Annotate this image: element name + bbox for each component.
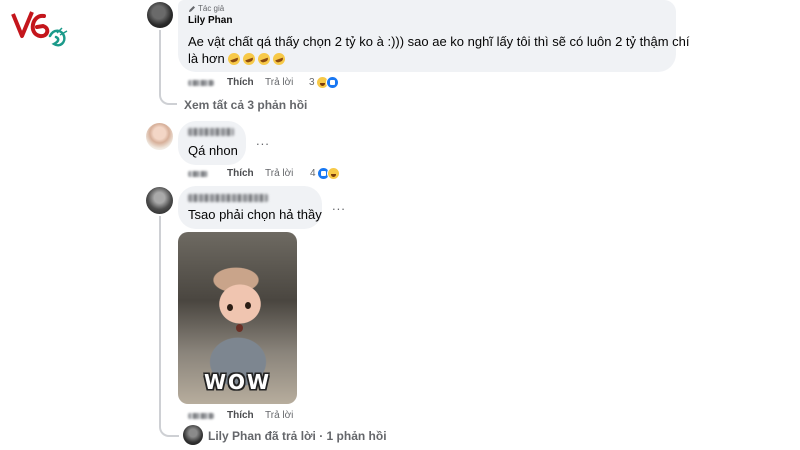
avatar[interactable]: [146, 123, 173, 150]
thread-connector: [159, 420, 179, 437]
comment-text: Qá nhon: [188, 143, 238, 158]
comment-text-continued: là hơn: [188, 50, 287, 67]
comment-author[interactable]: [188, 128, 234, 136]
reaction-count: 4: [310, 168, 316, 179]
like-button[interactable]: Thích: [227, 168, 254, 179]
thread-line: [159, 30, 161, 90]
like-button[interactable]: Thích: [227, 77, 254, 88]
gif-eye: [227, 304, 233, 311]
right-margin: [690, 0, 800, 450]
rofl-emoji-icon: [256, 50, 272, 67]
more-options-icon[interactable]: ...: [256, 133, 270, 148]
reply-button[interactable]: Trả lời: [265, 410, 293, 421]
reply-button[interactable]: Trả lời: [265, 168, 293, 179]
like-reaction-icon: [325, 76, 339, 89]
avatar[interactable]: [146, 187, 173, 214]
haha-reaction-icon: [326, 167, 340, 180]
rofl-emoji-icon: [271, 50, 287, 67]
timestamp[interactable]: [188, 80, 214, 86]
replier-avatar[interactable]: [183, 425, 203, 445]
view-all-replies-link[interactable]: Xem tất cả 3 phản hồi: [184, 98, 307, 112]
gif-mouth: [236, 324, 243, 332]
more-options-icon[interactable]: ...: [332, 198, 346, 213]
timestamp[interactable]: [188, 171, 208, 177]
reaction-count: 3: [309, 77, 315, 88]
timestamp[interactable]: [188, 413, 214, 419]
left-margin: [0, 0, 140, 450]
reply-button[interactable]: Trả lời: [265, 77, 293, 88]
comment-text: Ae vật chất qá thấy chọn 2 tỷ ko à :))) …: [188, 34, 690, 49]
reaction-summary[interactable]: 4: [310, 167, 340, 180]
rofl-emoji-icon: [226, 50, 242, 67]
author-badge-label: Tác giả: [198, 4, 225, 13]
comment-author[interactable]: [188, 194, 268, 202]
reaction-summary[interactable]: 3: [309, 76, 339, 89]
gif-caption: WOW: [203, 370, 272, 394]
wow-gif[interactable]: WOW: [178, 232, 297, 404]
channel-logo: [11, 11, 68, 47]
comment-text-line: là hơn: [188, 51, 225, 66]
comment-author[interactable]: Lily Phan: [188, 15, 232, 26]
rofl-emoji-icon: [241, 50, 257, 67]
like-button[interactable]: Thích: [227, 410, 254, 421]
avatar[interactable]: [147, 2, 173, 28]
thread-connector: [159, 88, 177, 105]
gif-eye: [245, 302, 251, 309]
comment-text: Tsao phải chọn hả thầy: [188, 207, 322, 222]
replied-summary-link[interactable]: Lily Phan đã trả lời · 1 phản hồi: [208, 429, 387, 443]
author-badge: Tác giả: [188, 4, 224, 13]
thread-line: [159, 216, 161, 422]
pencil-icon: [189, 5, 195, 12]
